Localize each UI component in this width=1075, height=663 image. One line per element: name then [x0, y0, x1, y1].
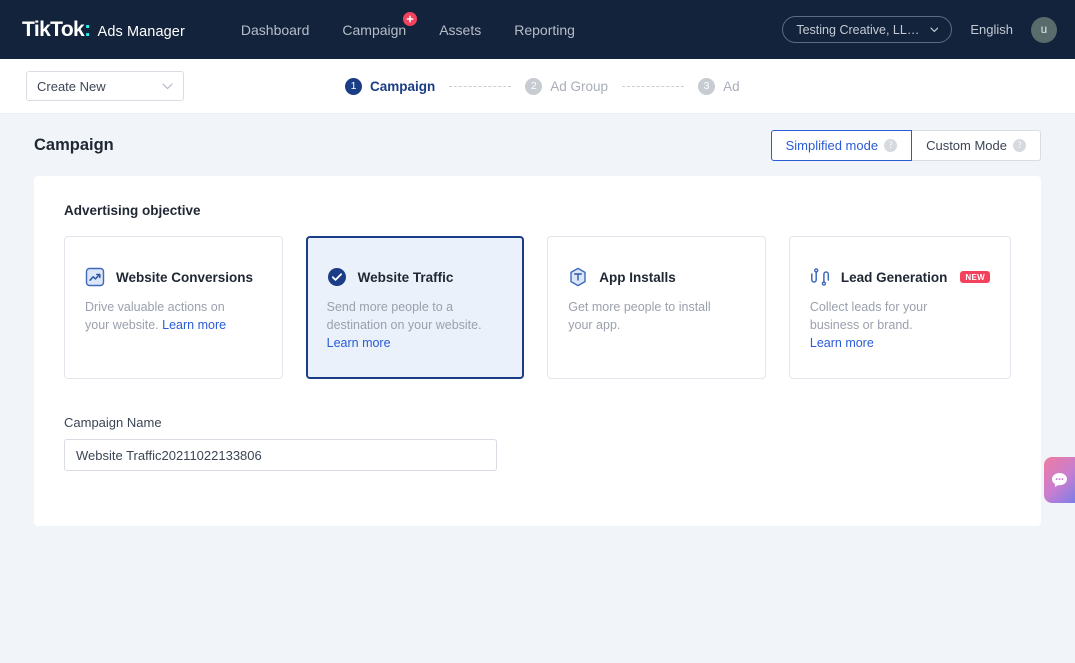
objective-description: Get more people to install your app.	[568, 300, 711, 332]
new-badge: NEW	[960, 271, 990, 283]
step-label: Campaign	[370, 78, 436, 94]
objective-header: Website Conversions	[85, 267, 262, 287]
account-selector[interactable]: Testing Creative, LLC...	[782, 16, 953, 43]
chart-arrow-icon	[85, 267, 105, 287]
simplified-mode-button[interactable]: Simplified mode ?	[770, 129, 913, 161]
objective-header: Lead Generation NEW	[810, 267, 990, 287]
page-body: Campaign Simplified mode ? Custom Mode ?…	[0, 114, 1075, 663]
step-number: 1	[345, 77, 362, 95]
create-new-label: Create New	[37, 78, 106, 94]
step-label: Ad	[723, 78, 740, 94]
step-campaign[interactable]: 1 Campaign	[345, 77, 436, 95]
objective-name: App Installs	[599, 269, 676, 285]
campaign-name-input[interactable]	[64, 439, 497, 471]
custom-mode-label: Custom Mode	[926, 137, 1007, 153]
step-number: 2	[525, 77, 543, 95]
ads-manager-label: Ads Manager	[97, 23, 185, 40]
simplified-mode-label: Simplified mode	[785, 137, 879, 153]
objective-header: App Installs	[568, 267, 745, 287]
objective-name: Website Traffic	[357, 269, 454, 285]
objective-name: Website Conversions	[116, 269, 254, 285]
learn-more-link[interactable]: Learn more	[327, 334, 504, 352]
plus-badge-icon	[403, 11, 418, 26]
page-header: Campaign Simplified mode ? Custom Mode ?	[34, 114, 1041, 176]
tiktok-colon-icon: :	[84, 17, 91, 41]
tiktok-wordmark: TikTok:	[22, 17, 91, 41]
chat-widget-button[interactable]	[1044, 457, 1075, 503]
chevron-down-icon	[162, 82, 173, 89]
advertising-objective-label: Advertising objective	[64, 203, 201, 218]
step-label: Ad Group	[550, 78, 609, 94]
language-selector[interactable]: English	[970, 22, 1013, 37]
hexagon-download-icon	[570, 267, 586, 287]
nav-link-dashboard[interactable]: Dashboard	[241, 22, 310, 38]
brand-logo[interactable]: TikTok: Ads Manager	[22, 18, 185, 42]
objective-card-app-installs[interactable]: App Installs Get more people to install …	[547, 236, 766, 379]
step-ad[interactable]: 3 Ad	[698, 77, 740, 95]
check-circle-icon	[327, 268, 346, 286]
objective-description: Drive valuable actions on your website. …	[85, 300, 227, 332]
page-title: Campaign	[34, 135, 114, 154]
lead-form-icon	[810, 268, 829, 286]
campaign-name-label: Campaign Name	[64, 415, 162, 430]
objective-card-website-conversions[interactable]: Website Conversions Drive valuable actio…	[64, 236, 283, 379]
campaign-stepper: 1 Campaign 2 Ad Group 3 Ad	[345, 77, 740, 95]
help-icon[interactable]: ?	[1013, 138, 1026, 152]
campaign-panel: Advertising objective Website Conversion…	[34, 176, 1041, 526]
objective-description: Collect leads for your business or brand…	[809, 300, 928, 332]
nav-link-reporting[interactable]: Reporting	[514, 22, 575, 38]
sub-toolbar: Create New 1 Campaign 2 Ad Group 3 Ad	[0, 59, 1075, 114]
top-navigation-bar: TikTok: Ads Manager Dashboard Campaign A…	[0, 0, 1075, 59]
learn-more-link[interactable]: Learn more	[162, 318, 226, 332]
objective-grid: Website Conversions Drive valuable actio…	[64, 236, 1011, 379]
nav-link-assets[interactable]: Assets	[439, 22, 481, 38]
objective-card-lead-generation[interactable]: Lead Generation NEW Collect leads for yo…	[788, 236, 1011, 379]
objective-card-website-traffic[interactable]: Website Traffic Send more people to a de…	[305, 236, 525, 379]
mode-toggle-group: Simplified mode ? Custom Mode ?	[770, 129, 1041, 161]
chat-bubble-icon	[1052, 473, 1067, 487]
nav-link-campaign[interactable]: Campaign	[342, 11, 418, 38]
objective-description: Send more people to a destination on you…	[326, 300, 482, 332]
custom-mode-button[interactable]: Custom Mode ?	[912, 129, 1041, 161]
help-icon[interactable]: ?	[884, 138, 898, 152]
learn-more-link[interactable]: Learn more	[810, 334, 990, 352]
step-connector	[449, 85, 512, 87]
objective-header: Website Traffic	[327, 267, 504, 287]
objective-name: Lead Generation	[840, 269, 948, 285]
account-name: Testing Creative, LLC...	[796, 22, 922, 37]
primary-nav-links: Dashboard Campaign Assets Reporting	[241, 11, 575, 38]
step-connector	[622, 85, 685, 87]
create-new-dropdown[interactable]: Create New	[26, 71, 184, 101]
avatar[interactable]: u	[1031, 16, 1057, 43]
nav-right-group: Testing Creative, LLC... English u	[782, 16, 1057, 43]
chevron-down-icon	[930, 26, 938, 32]
step-number: 3	[698, 77, 716, 95]
step-ad-group[interactable]: 2 Ad Group	[525, 77, 609, 95]
